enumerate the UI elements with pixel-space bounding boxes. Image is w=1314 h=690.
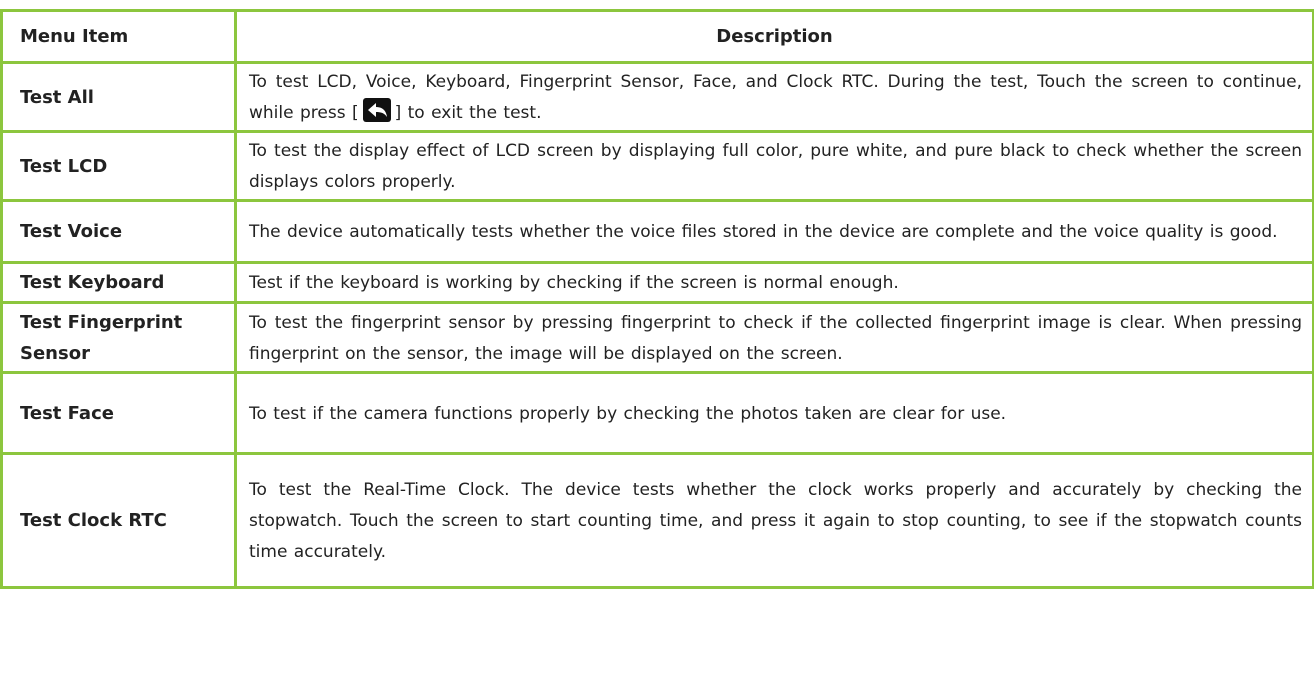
- header-menu-item: Menu Item: [0, 9, 237, 64]
- description-test-lcd: To test the display effect of LCD screen…: [235, 131, 1314, 202]
- description-test-clock-rtc: To test the Real-Time Clock. The device …: [235, 453, 1314, 589]
- description-text: ] to exit the test.: [394, 103, 542, 123]
- table-header-row: Menu Item Description: [0, 9, 1314, 64]
- description-test-keyboard: Test if the keyboard is working by check…: [235, 262, 1314, 304]
- table-row: Test Clock RTC To test the Real-Time Clo…: [0, 453, 1314, 589]
- header-description: Description: [235, 9, 1314, 64]
- table-row: Test Face To test if the camera function…: [0, 372, 1314, 455]
- menu-item-test-fingerprint-sensor: Test Fingerprint Sensor: [0, 302, 237, 374]
- table-row: Test LCD To test the display effect of L…: [0, 131, 1314, 202]
- description-test-all: To test LCD, Voice, Keyboard, Fingerprin…: [235, 62, 1314, 133]
- menu-item-test-keyboard: Test Keyboard: [0, 262, 237, 304]
- menu-item-test-face: Test Face: [0, 372, 237, 455]
- page: Menu Item Description Test All To test L…: [0, 0, 1314, 690]
- table-row: Test All To test LCD, Voice, Keyboard, F…: [0, 62, 1314, 133]
- menu-item-test-clock-rtc: Test Clock RTC: [0, 453, 237, 589]
- table-row: Test Keyboard Test if the keyboard is wo…: [0, 262, 1314, 304]
- menu-item-test-all: Test All: [0, 62, 237, 133]
- menu-item-table: Menu Item Description Test All To test L…: [0, 9, 1314, 589]
- description-test-voice: The device automatically tests whether t…: [235, 200, 1314, 264]
- back-arrow-icon: [362, 98, 391, 122]
- menu-item-test-lcd: Test LCD: [0, 131, 237, 202]
- table-row: Test Voice The device automatically test…: [0, 200, 1314, 264]
- menu-item-test-voice: Test Voice: [0, 200, 237, 264]
- description-test-fingerprint-sensor: To test the fingerprint sensor by pressi…: [235, 302, 1314, 374]
- description-test-face: To test if the camera functions properly…: [235, 372, 1314, 455]
- table-row: Test Fingerprint Sensor To test the fing…: [0, 302, 1314, 374]
